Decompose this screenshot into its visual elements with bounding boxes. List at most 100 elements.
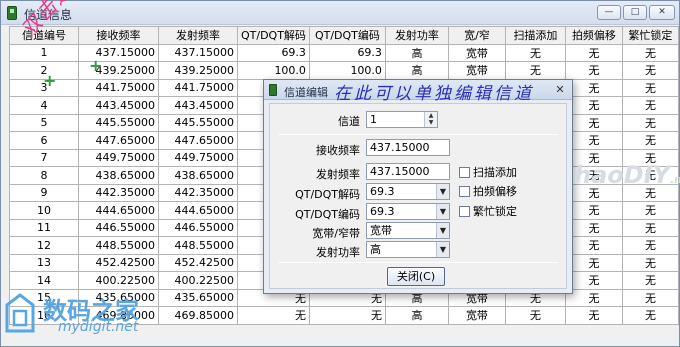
table-cell[interactable]: 无 (564, 218, 623, 237)
table-cell[interactable]: 8 (9, 166, 79, 185)
table-cell[interactable]: 无 (564, 131, 623, 150)
spin-down-icon[interactable]: ▼ (425, 119, 437, 126)
spin-buttons[interactable]: ▲ ▼ (424, 112, 437, 127)
table-cell[interactable]: 无 (621, 271, 679, 290)
table-cell[interactable]: 无 (564, 253, 623, 272)
close-window-button[interactable]: ✕ (649, 5, 675, 20)
table-cell[interactable]: 无 (621, 253, 679, 272)
table-cell[interactable]: 宽带 (447, 43, 506, 62)
column-header[interactable]: 发射频率 (158, 26, 238, 45)
table-cell[interactable]: 无 (564, 306, 623, 325)
table-cell[interactable]: 5 (9, 113, 79, 132)
column-header[interactable]: 拍频偏移 (564, 26, 623, 45)
table-cell[interactable]: 69.3 (308, 43, 386, 62)
table-cell[interactable]: 6 (9, 131, 79, 150)
table-cell[interactable]: 10 (9, 201, 79, 220)
table-cell[interactable]: 无 (621, 201, 679, 220)
table-cell[interactable]: 1 (9, 43, 79, 62)
table-cell[interactable]: 449.75000 (78, 148, 159, 167)
spin-up-icon[interactable]: ▲ (425, 112, 437, 119)
table-cell[interactable]: 无 (564, 96, 623, 115)
column-header[interactable]: 宽/窄 (447, 26, 506, 45)
table-row[interactable]: 1 437.15000 437.15000 69.3 69.3 高宽带无无无 (9, 43, 679, 62)
table-cell[interactable]: 444.65000 (78, 201, 159, 220)
dialog-close-icon[interactable]: ✕ (552, 82, 568, 97)
table-cell[interactable]: 448.55000 (158, 236, 238, 255)
table-cell[interactable]: 442.35000 (78, 183, 159, 202)
table-cell[interactable]: 无 (504, 306, 566, 325)
table-cell[interactable]: 441.75000 (158, 78, 238, 97)
table-cell[interactable]: 438.65000 (78, 166, 159, 185)
window-titlebar[interactable]: 信道信息 — □ ✕ (1, 1, 679, 25)
table-cell[interactable]: 无 (504, 43, 566, 62)
column-header[interactable]: 扫描添加 (504, 26, 566, 45)
table-cell[interactable]: 449.75000 (158, 148, 238, 167)
table-cell[interactable]: 400.22500 (78, 271, 159, 290)
checkbox-box[interactable] (459, 167, 470, 178)
table-cell[interactable]: 高 (384, 306, 449, 325)
decode-select[interactable]: 69.3 ▼ (366, 183, 450, 200)
column-header[interactable]: 接收频率 (78, 26, 159, 45)
rx-frequency-input[interactable]: 437.15000 (366, 139, 450, 156)
table-cell[interactable]: 12 (9, 236, 79, 255)
column-header[interactable]: 发射功率 (384, 26, 449, 45)
table-cell[interactable]: 无 (621, 113, 679, 132)
table-cell[interactable]: 无 (621, 61, 679, 80)
table-cell[interactable]: 无 (621, 131, 679, 150)
table-cell[interactable]: 无 (621, 43, 679, 62)
table-cell[interactable]: 69.3 (237, 43, 310, 62)
table-cell[interactable]: 无 (621, 236, 679, 255)
table-cell[interactable]: 宽带 (447, 306, 506, 325)
table-cell[interactable]: 无 (621, 288, 679, 307)
column-header[interactable]: 信道编号 (9, 26, 79, 45)
table-cell[interactable]: 443.45000 (78, 96, 159, 115)
table-cell[interactable]: 宽带 (447, 61, 506, 80)
table-cell[interactable]: 14 (9, 271, 79, 290)
table-cell[interactable]: 9 (9, 183, 79, 202)
table-cell[interactable]: 438.65000 (158, 166, 238, 185)
table-cell[interactable]: 无 (621, 218, 679, 237)
table-cell[interactable]: 452.42500 (158, 253, 238, 272)
table-cell[interactable]: 无 (504, 61, 566, 80)
column-header[interactable]: 繁忙锁定 (621, 26, 679, 45)
table-cell[interactable]: 444.65000 (158, 201, 238, 220)
table-cell[interactable]: 446.55000 (78, 218, 159, 237)
checkbox-box[interactable] (459, 206, 470, 217)
table-cell[interactable]: 4 (9, 96, 79, 115)
encode-select[interactable]: 69.3 ▼ (366, 203, 450, 220)
table-cell[interactable]: 437.15000 (158, 43, 238, 62)
table-cell[interactable]: 无 (621, 306, 679, 325)
table-cell[interactable]: 400.22500 (158, 271, 238, 290)
table-cell[interactable]: 441.75000 (78, 78, 159, 97)
table-cell[interactable]: 448.55000 (78, 236, 159, 255)
table-cell[interactable]: 无 (564, 271, 623, 290)
dropdown-arrow-icon[interactable]: ▼ (436, 184, 449, 199)
table-cell[interactable]: 无 (621, 78, 679, 97)
tx-frequency-input[interactable]: 437.15000 (366, 163, 450, 180)
table-cell[interactable]: 无 (564, 113, 623, 132)
table-cell[interactable]: 无 (564, 201, 623, 220)
table-cell[interactable]: 452.42500 (78, 253, 159, 272)
table-cell[interactable]: 无 (564, 288, 623, 307)
dropdown-arrow-icon[interactable]: ▼ (436, 204, 449, 219)
bandwidth-select[interactable]: 宽带 ▼ (366, 222, 450, 239)
table-cell[interactable]: 无 (564, 78, 623, 97)
table-cell[interactable]: 443.45000 (158, 96, 238, 115)
table-cell[interactable]: 高 (384, 43, 449, 62)
minimize-button[interactable]: — (597, 5, 621, 20)
column-header[interactable]: QT/DQT编码 (308, 26, 386, 45)
table-cell[interactable]: 无 (621, 96, 679, 115)
table-cell[interactable]: 446.55000 (158, 218, 238, 237)
busy-lock-checkbox[interactable]: 繁忙锁定 (459, 203, 517, 219)
dialog-close-button[interactable]: 关闭(C) (387, 267, 445, 286)
table-cell[interactable]: 100.0 (237, 61, 310, 80)
table-cell[interactable]: 447.65000 (158, 131, 238, 150)
table-cell[interactable]: 无 (237, 306, 310, 325)
scan-add-checkbox[interactable]: 扫描添加 (459, 164, 517, 180)
table-cell[interactable]: 435.65000 (158, 288, 238, 307)
table-cell[interactable]: 无 (308, 306, 386, 325)
table-row[interactable]: 2 439.25000 439.25000 100.0 100.0 高宽带无无无 (9, 61, 679, 80)
table-cell[interactable]: 7 (9, 148, 79, 167)
table-cell[interactable]: 445.55000 (158, 113, 238, 132)
dropdown-arrow-icon[interactable]: ▼ (436, 223, 449, 238)
